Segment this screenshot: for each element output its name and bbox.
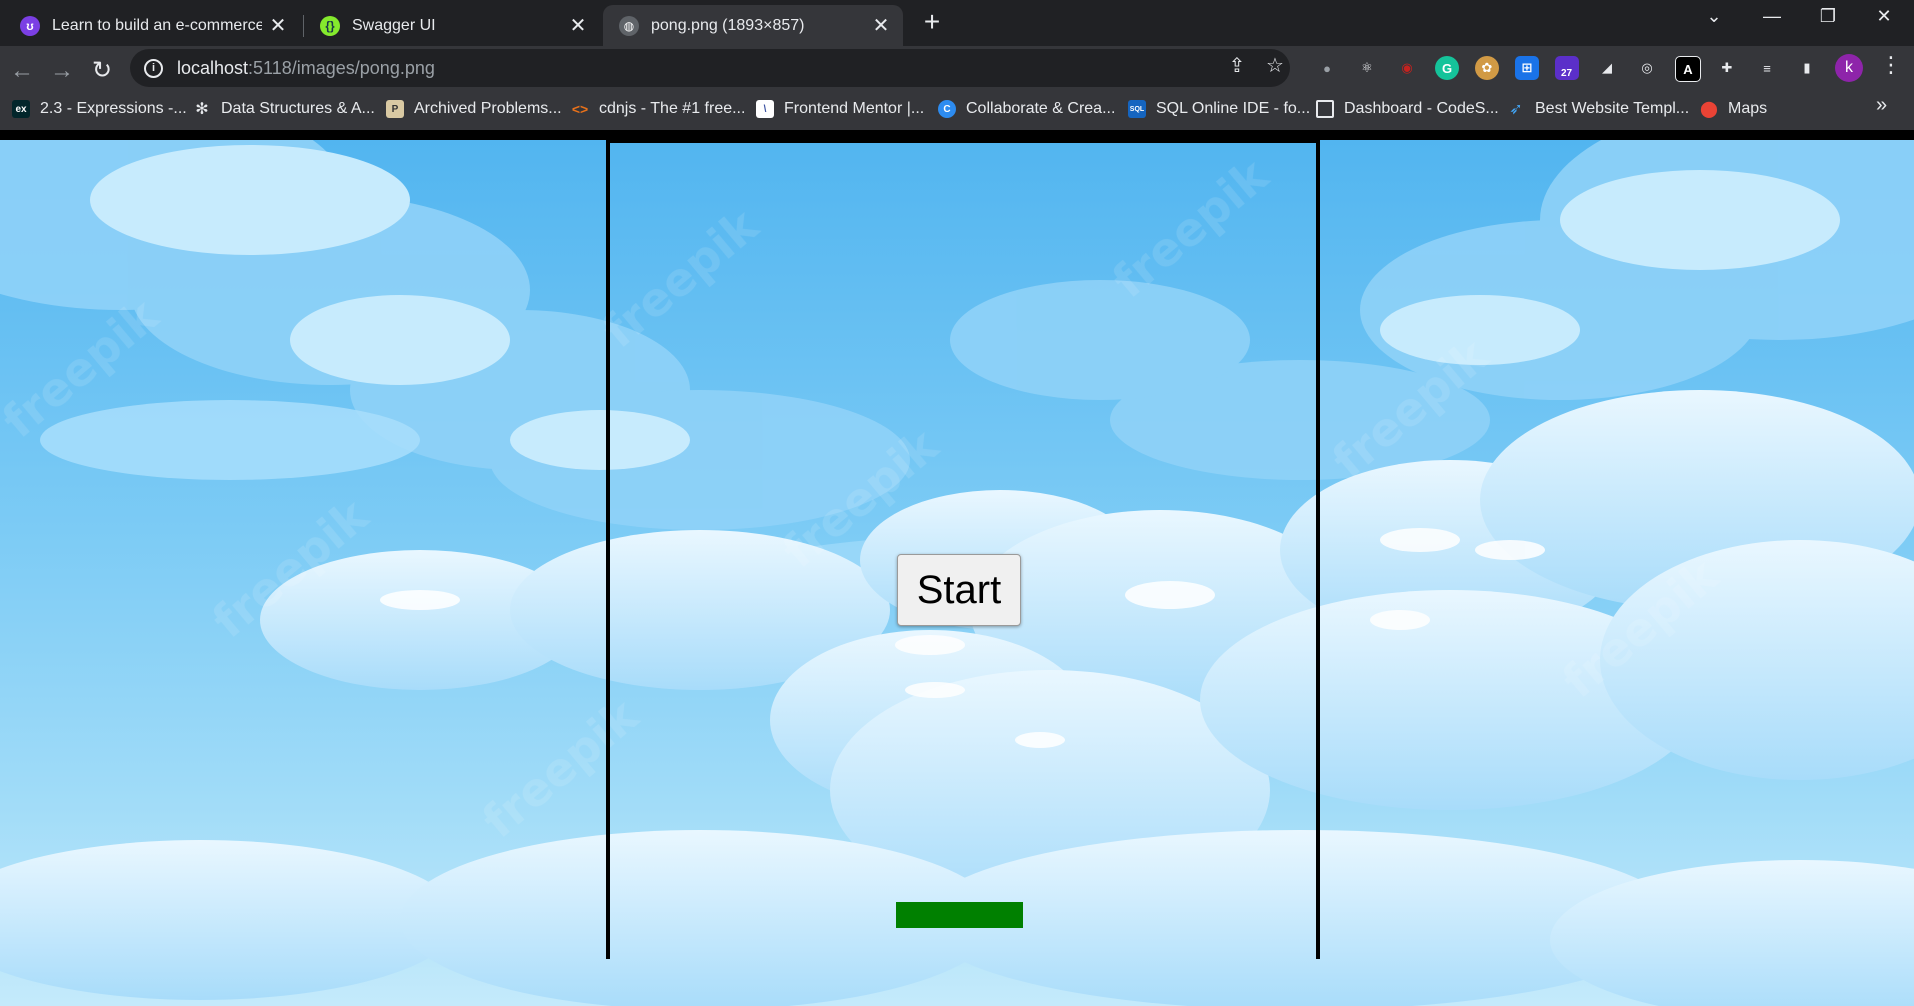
bird-icon: ➶ [1509, 101, 1523, 118]
url-text[interactable]: localhost:5118/images/pong.png [177, 58, 435, 79]
badge-extension-icon[interactable]: 27 [1555, 56, 1579, 80]
restore-icon[interactable]: ❐ [1808, 6, 1848, 27]
tab-ecommerce[interactable]: ʊ Learn to build an e-commerce ap ✕ [4, 5, 300, 46]
more-bookmarks-icon[interactable]: » [1876, 94, 1887, 117]
bookmark-item[interactable]: C Collaborate & Crea... [938, 96, 1115, 122]
target-icon[interactable]: ◎ [1635, 56, 1659, 80]
frontend-mentor-icon: \ [756, 100, 774, 118]
side-panel-icon[interactable]: ▮ [1795, 56, 1819, 80]
bookmark-star-icon[interactable]: ☆ [1260, 53, 1290, 78]
reload-icon[interactable]: ↻ [85, 54, 119, 88]
translate-extension-icon[interactable]: ⊞ [1515, 56, 1539, 80]
bookmark-item[interactable]: ⬤ Maps [1700, 96, 1767, 122]
purple-shield-icon: ʊ [20, 15, 40, 36]
font-extension-icon[interactable]: A [1675, 56, 1701, 82]
tab-title: Swagger UI [352, 16, 436, 34]
react-devtools-icon[interactable]: ⚛ [1355, 56, 1379, 80]
bookmark-item[interactable]: ex 2.3 - Expressions -... [12, 96, 187, 122]
media-queue-icon[interactable]: ≡ [1755, 56, 1779, 80]
start-button[interactable]: Start [897, 554, 1021, 626]
pe-icon: P [386, 100, 404, 118]
maps-pin-icon: ⬤ [1700, 101, 1718, 118]
cookie-icon[interactable]: ✿ [1475, 56, 1499, 80]
bookmark-item[interactable]: Dashboard - CodeS... [1316, 96, 1499, 122]
bookmark-item[interactable]: \ Frontend Mentor |... [756, 96, 924, 122]
globe-icon: ◍ [619, 15, 639, 36]
address-bar[interactable]: i localhost:5118/images/pong.png ⇪ ☆ [130, 49, 1290, 87]
pong-game-board [606, 140, 1320, 959]
bookmark-item[interactable]: ✻ Data Structures & A... [193, 96, 375, 122]
bookmark-item[interactable]: ➶ Best Website Templ... [1507, 96, 1689, 122]
edx-icon: ex [12, 100, 30, 118]
tab-swagger[interactable]: {} Swagger UI ✕ [304, 5, 600, 46]
new-tab-icon[interactable]: + [918, 8, 946, 36]
sql-icon: SQL [1128, 100, 1146, 118]
tab-title: pong.png (1893×857) [651, 16, 805, 34]
tab-title: Learn to build an e-commerce ap [52, 16, 262, 34]
gear-logo-icon: ✻ [195, 101, 209, 118]
code-brackets-icon: <> [571, 101, 589, 117]
paddle[interactable] [896, 902, 1023, 928]
close-window-icon[interactable]: ✕ [1864, 6, 1904, 27]
browser-toolbar: ← → ↻ i localhost:5118/images/pong.png ⇪… [0, 46, 1914, 130]
swagger-icon: {} [320, 15, 340, 36]
menu-dots-icon[interactable]: ⋮ [1880, 52, 1902, 78]
recorder-icon[interactable]: ◉ [1395, 56, 1419, 80]
tab-search-chevron-icon[interactable]: ⌄ [1694, 6, 1734, 27]
profile-avatar[interactable]: k [1835, 54, 1863, 82]
bookmark-item[interactable]: <> cdnjs - The #1 free... [571, 96, 746, 122]
minimize-icon[interactable]: — [1752, 6, 1792, 27]
bookmark-item[interactable]: P Archived Problems... [386, 96, 562, 122]
extension-icon[interactable]: ● [1315, 56, 1339, 80]
eraser-icon[interactable]: ◢ [1595, 56, 1619, 80]
bookmarks-bar: ex 2.3 - Expressions -... ✻ Data Structure… [0, 90, 1914, 128]
forward-arrow-icon[interactable]: → [45, 54, 79, 88]
info-icon[interactable]: i [144, 58, 163, 78]
square-icon [1316, 100, 1334, 118]
tab-strip: ʊ Learn to build an e-commerce ap ✕ {} S… [0, 0, 1914, 46]
bookmark-item[interactable]: SQL SQL Online IDE - fo... [1128, 96, 1310, 122]
close-tab-icon[interactable]: ✕ [871, 13, 891, 38]
puzzle-icon[interactable]: ✚ [1715, 56, 1739, 80]
back-arrow-icon[interactable]: ← [5, 54, 39, 88]
grammarly-icon[interactable]: G [1435, 56, 1459, 80]
close-tab-icon[interactable]: ✕ [568, 13, 588, 38]
canva-icon: C [938, 100, 956, 118]
share-icon[interactable]: ⇪ [1222, 53, 1252, 78]
tab-pong[interactable]: ◍ pong.png (1893×857) ✕ [603, 5, 903, 46]
close-tab-icon[interactable]: ✕ [268, 13, 288, 38]
